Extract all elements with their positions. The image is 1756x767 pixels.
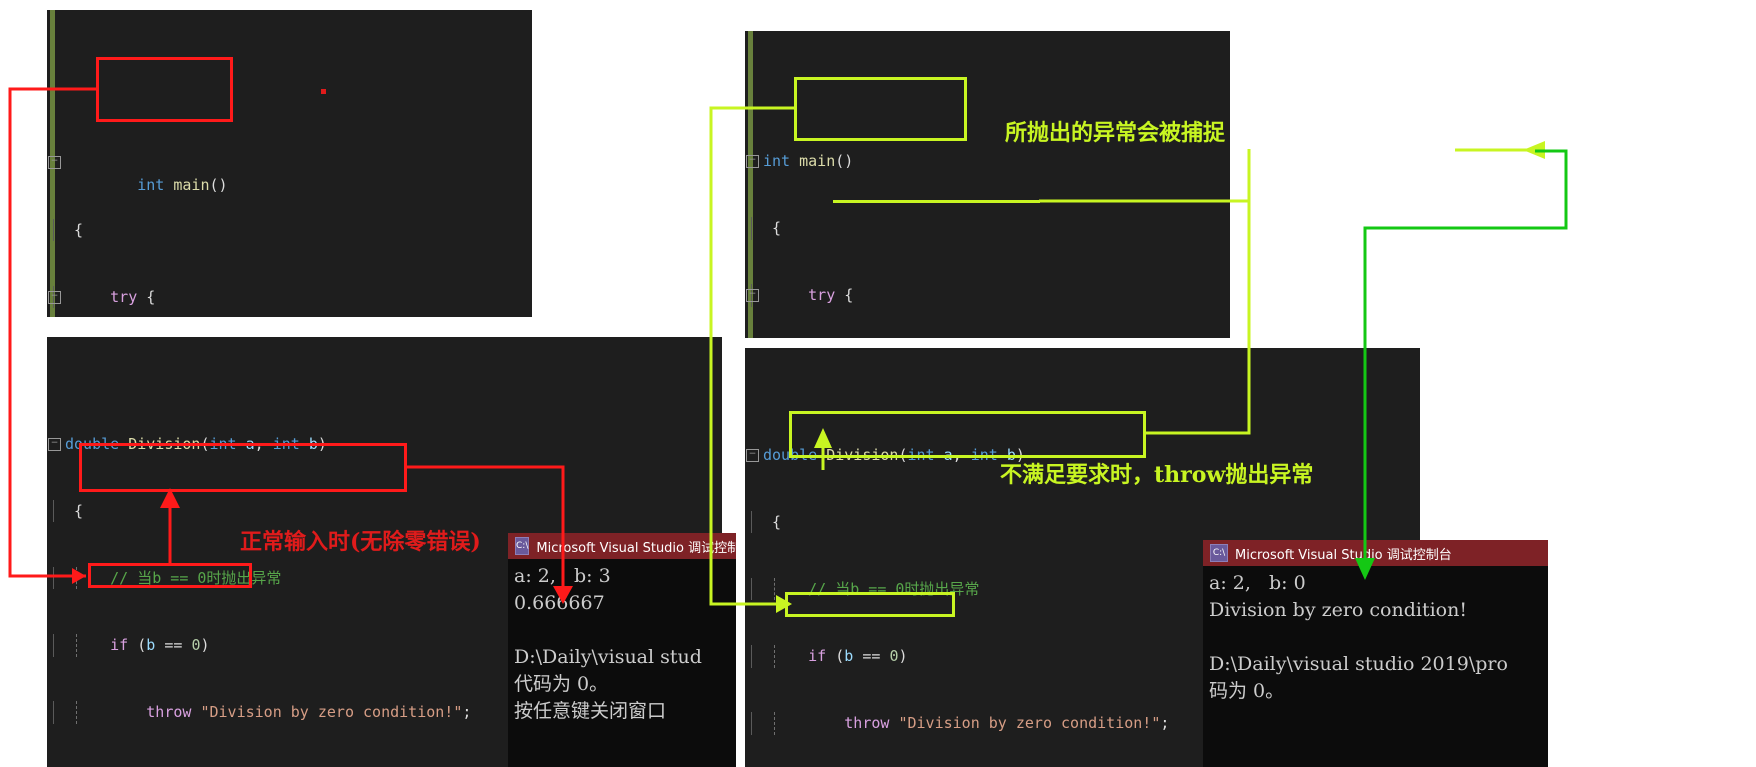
right-highlight-variable-init [785,592,955,617]
red-dot-marker [321,89,326,94]
left-console-line: 代码为 0。 [514,673,609,695]
right-console-line: Division by zero condition! [1209,599,1467,621]
right-annotation-throw-text: 不满足要求时，throw抛出异常 [1000,462,1314,488]
code-line: { [53,218,532,242]
left-console-line: a: 2, b: 3 [514,565,611,587]
collapse-icon[interactable]: − [48,437,61,451]
console-app-icon: C:\ [515,537,530,555]
right-annotation-catch-text: 所抛出的异常会被捕捉 [1005,120,1226,146]
left-console-titlebar[interactable]: C:\ Microsoft Visual Studio 调试控制台 [508,533,736,559]
code-line: − try { [48,285,532,309]
code-line: { [53,499,722,523]
right-highlight-throw-block [789,411,1146,458]
right-underline-cout-errmsg [833,200,1040,203]
collapse-icon[interactable]: − [746,448,759,462]
left-console-output: a: 2, b: 3 0.666667 D:\Daily\visual stud… [508,559,736,729]
console-app-icon: C:\ [1210,544,1228,562]
collapse-icon[interactable]: − [48,156,61,170]
left-console-window[interactable]: C:\ Microsoft Visual Studio 调试控制台 a: 2, … [508,533,736,767]
collapse-icon[interactable]: − [746,155,759,169]
left-highlight-variable-init [88,563,252,588]
screenshot-root: −int main() { − try { Func(); } − catch … [0,0,1756,767]
left-console-line: D:\Daily\visual stud [514,646,702,668]
code-line: − try { [746,284,1230,307]
right-console-line: a: 2, b: 0 [1209,572,1306,594]
left-highlight-else-return [79,443,407,492]
right-console-titlebar[interactable]: C:\ Microsoft Visual Studio 调试控制台 [1203,540,1548,566]
left-console-line: 0.666667 [514,592,605,614]
code-line: { [751,510,1420,534]
right-console-window[interactable]: C:\ Microsoft Visual Studio 调试控制台 a: 2, … [1203,540,1548,767]
code-line: − int main() [746,150,1230,172]
code-line: { [751,217,1230,240]
code-line: − int main() [48,151,532,194]
left-annotation-text: 正常输入时(无除零错误) [240,529,481,555]
right-console-title: Microsoft Visual Studio 调试控制台 [1235,547,1452,563]
right-console-line: D:\Daily\visual studio 2019\pro [1209,653,1508,675]
right-highlight-try-block [794,77,967,141]
collapse-icon[interactable]: − [48,290,61,304]
left-console-line: 按任意键关闭窗口 [514,700,667,722]
left-highlight-try-block [96,57,233,122]
collapse-icon[interactable]: − [746,289,759,303]
right-console-line: 码为 0。 [1209,680,1285,702]
left-console-title: Microsoft Visual Studio 调试控制台 [536,540,736,556]
right-console-output: a: 2, b: 0 Division by zero condition! D… [1203,566,1548,709]
